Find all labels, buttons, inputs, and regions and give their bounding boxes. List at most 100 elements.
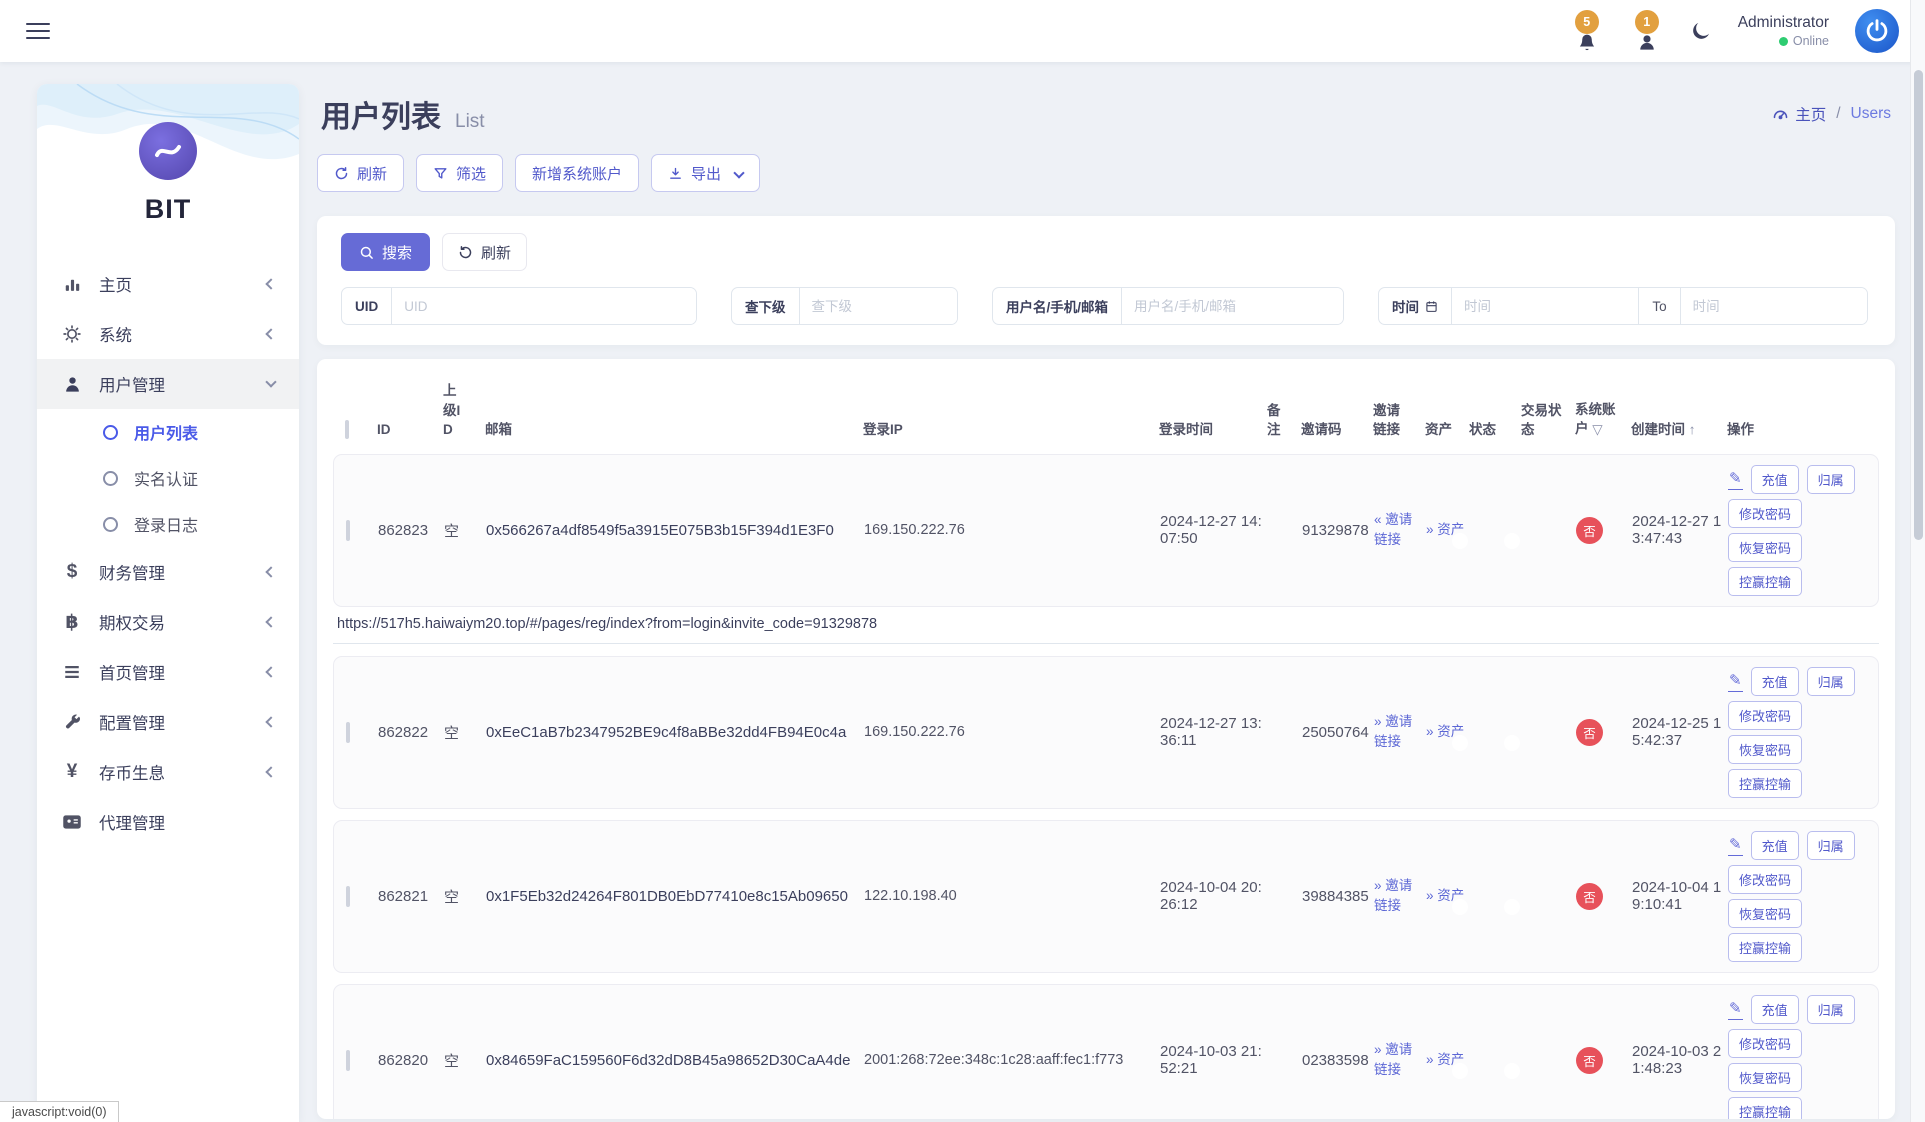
radio-circle-icon [103,517,118,532]
sidebar-item-options-trading[interactable]: ฿ 期权交易 [37,597,299,647]
sidebar-item-config[interactable]: 配置管理 [37,697,299,747]
cell-id: 862823 [378,522,444,539]
avatar[interactable] [1855,9,1899,53]
brand-logo [139,122,197,180]
scrollbar-thumb[interactable] [1914,70,1923,540]
sidebar-item-user-management[interactable]: 用户管理 [37,359,299,409]
change-password-button[interactable]: 修改密码 [1728,1029,1802,1058]
sidebar-item-label: 主页 [99,272,132,296]
sidebar-item-label: 财务管理 [99,560,165,584]
yen-icon: ¥ [61,761,83,783]
edit-pencil-icon[interactable]: ✎ [1728,469,1743,490]
invite-link-toggle[interactable]: » 邀请链接 [1374,1040,1426,1081]
invite-link-toggle[interactable]: « 邀请链接 [1374,510,1426,551]
chevron-left-icon [265,328,276,339]
sidebar-item-label: 系统 [99,322,132,346]
restore-password-button[interactable]: 恢复密码 [1728,1063,1802,1092]
sidebar-item-label: 配置管理 [99,710,165,734]
cell-invite-code: 02383598 [1302,1052,1374,1069]
change-password-button[interactable]: 修改密码 [1728,701,1802,730]
row-checkbox[interactable] [346,1050,350,1071]
cell-created-time: 2024-12-25 15:42:37 [1632,715,1728,749]
belong-button[interactable]: 归属 [1807,995,1855,1024]
sidebar-subitem-label: 实名认证 [134,466,198,490]
table-body: 862823 空 0x566267a4df8549f5a3915E075B3b1… [333,454,1879,1119]
sidebar-item-system[interactable]: 系统 [37,309,299,359]
restore-password-button[interactable]: 恢复密码 [1728,533,1802,562]
change-password-button[interactable]: 修改密码 [1728,499,1802,528]
sidebar-subitem-login-log[interactable]: 登录日志 [37,501,299,547]
download-icon [668,166,683,181]
breadcrumb-current[interactable]: Users [1851,105,1891,123]
col-header-created-time[interactable]: 创建时间 ↑ [1631,420,1727,440]
col-header-parent-id: 上级ID [443,381,485,440]
uid-label: UID [342,288,392,324]
win-lose-control-button[interactable]: 控赢控输 [1728,567,1802,596]
sidebar-item-deposit-interest[interactable]: ¥ 存币生息 [37,747,299,797]
refresh-button[interactable]: 刷新 [317,154,404,192]
sidebar-nav: 主页 系统 用户管理 用户列表 实名认证 登录日志 [37,259,299,847]
sidebar-item-homepage[interactable]: 首页管理 [37,647,299,697]
hamburger-menu-icon[interactable] [26,18,50,44]
row-checkbox[interactable] [346,722,350,743]
username-input[interactable] [1122,288,1343,324]
invite-link-toggle[interactable]: » 邀请链接 [1374,876,1426,917]
sidebar-subitem-real-name-auth[interactable]: 实名认证 [37,455,299,501]
edit-pencil-icon[interactable]: ✎ [1728,999,1743,1020]
sidebar-subitem-user-list[interactable]: 用户列表 [37,409,299,455]
sidebar-item-home[interactable]: 主页 [37,259,299,309]
win-lose-control-button[interactable]: 控赢控输 [1728,769,1802,798]
cell-login-ip: 169.150.222.76 [864,522,1160,538]
change-password-button[interactable]: 修改密码 [1728,865,1802,894]
search-refresh-button[interactable]: 刷新 [442,233,527,271]
page-scrollbar[interactable] [1910,0,1925,1122]
sidebar-item-agent[interactable]: 代理管理 [37,797,299,847]
system-account-badge: 否 [1576,719,1603,746]
col-header-id: ID [377,420,443,440]
row-checkbox[interactable] [346,886,350,907]
add-system-account-button[interactable]: 新增系统账户 [515,154,639,192]
cell-login-ip: 2001:268:72ee:348c:1c28:aaff:fec1:f773 [864,1052,1160,1068]
chevrons-icon: » [1426,888,1434,903]
messages-user-button[interactable]: 1 [1630,10,1664,52]
belong-button[interactable]: 归属 [1807,465,1855,494]
recharge-button[interactable]: 充值 [1751,465,1799,494]
users-table: ID 上级ID 邮箱 登录IP 登录时间 备注 邀请码 邀请链接 资产 状态 交… [317,359,1895,1119]
belong-button[interactable]: 归属 [1807,831,1855,860]
calendar-icon [1425,300,1438,313]
edit-pencil-icon[interactable]: ✎ [1728,835,1743,856]
win-lose-control-button[interactable]: 控赢控输 [1728,1097,1802,1119]
time-end-input[interactable] [1681,288,1867,324]
belong-button[interactable]: 归属 [1807,667,1855,696]
invite-link-toggle[interactable]: » 邀请链接 [1374,712,1426,753]
search-button[interactable]: 搜索 [341,233,430,271]
row-actions: ✎ 充值 归属 修改密码 恢复密码 控赢控输 [1728,465,1874,596]
col-header-system-account[interactable]: 系统账户 ▽ [1575,400,1631,440]
select-all-checkbox[interactable] [345,420,349,439]
username-label: 用户名/手机/邮箱 [993,288,1122,324]
filter-button[interactable]: 筛选 [416,154,503,192]
recharge-button[interactable]: 充值 [1751,995,1799,1024]
dark-mode-toggle[interactable] [1690,20,1712,42]
win-lose-control-button[interactable]: 控赢控输 [1728,933,1802,962]
username-filter-group: 用户名/手机/邮箱 [992,287,1344,325]
breadcrumb-home-link[interactable]: 主页 [1772,103,1826,125]
export-button[interactable]: 导出 [651,154,760,192]
uid-input[interactable] [392,288,696,324]
recharge-button[interactable]: 充值 [1751,831,1799,860]
browser-status-text: javascript:void(0) [0,1101,119,1122]
recharge-button[interactable]: 充值 [1751,667,1799,696]
col-header-login-time: 登录时间 [1159,420,1267,440]
table-row: 862822 空 0xEeC1aB7b2347952BE9c4f8aBBe32d… [333,656,1879,809]
restore-password-button[interactable]: 恢复密码 [1728,735,1802,764]
sidebar-item-finance[interactable]: $ 财务管理 [37,547,299,597]
edit-pencil-icon[interactable]: ✎ [1728,671,1743,692]
time-label: 时间 [1392,296,1419,316]
brand-name: BIT [37,194,299,225]
row-checkbox[interactable] [346,520,350,541]
restore-password-button[interactable]: 恢复密码 [1728,899,1802,928]
notifications-bell-button[interactable]: 5 [1570,10,1604,52]
system-account-badge: 否 [1576,1047,1603,1074]
subordinate-input[interactable] [800,288,958,324]
time-start-input[interactable] [1452,288,1638,324]
